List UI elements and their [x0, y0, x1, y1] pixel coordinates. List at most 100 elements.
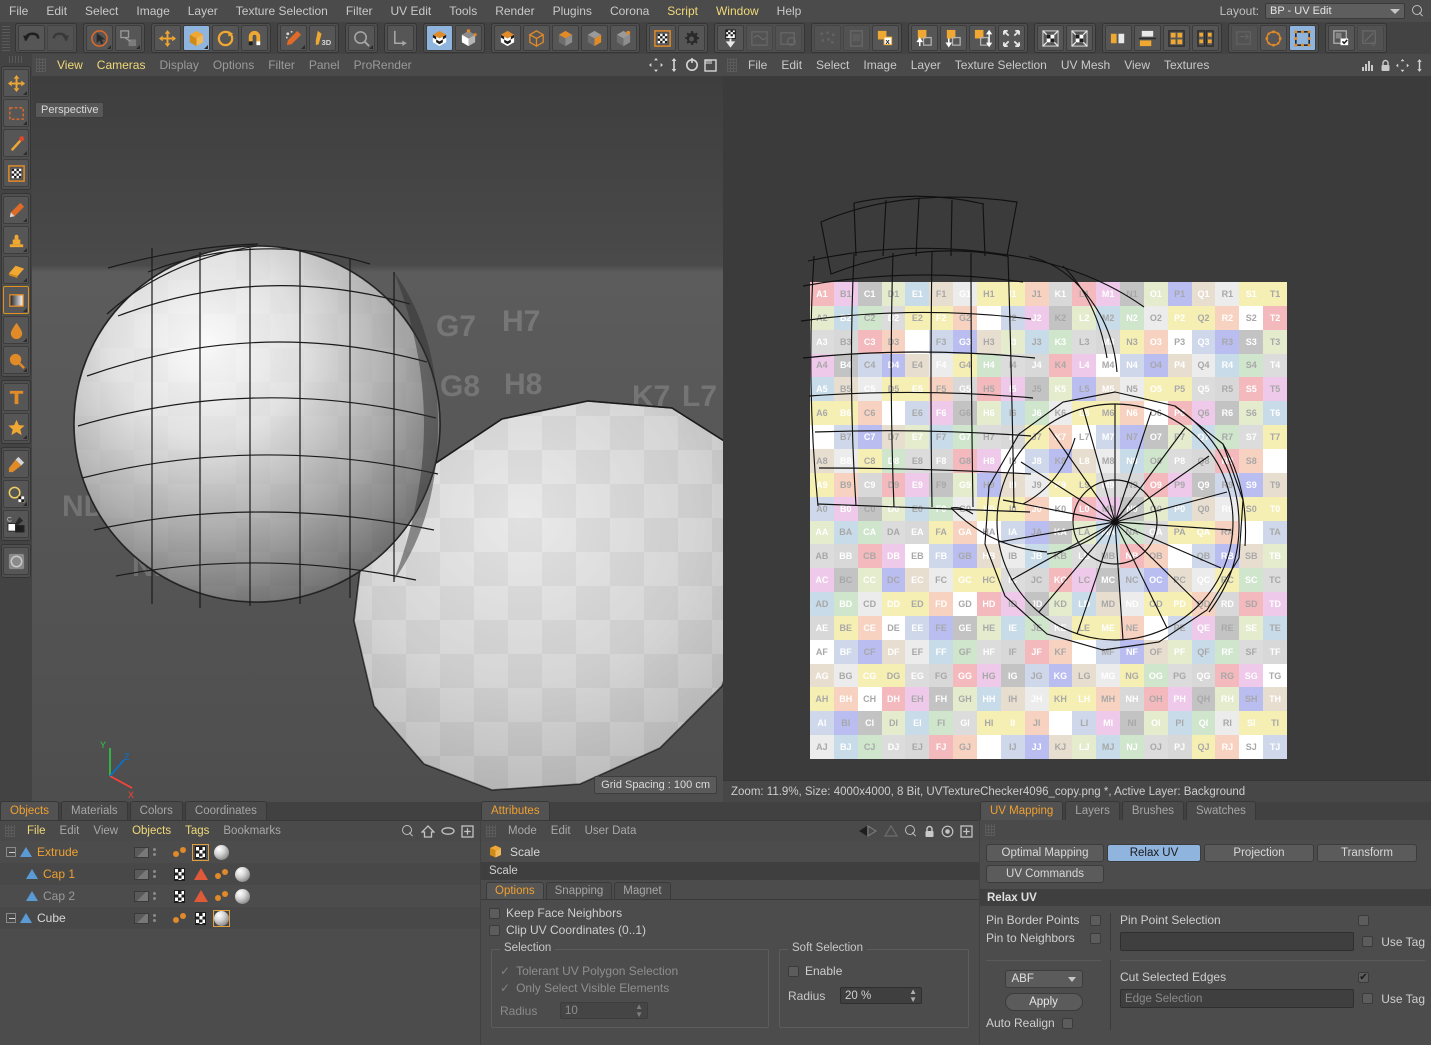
- menu-item-bookmarks[interactable]: Bookmarks: [216, 821, 288, 842]
- menu-item-view[interactable]: View: [86, 821, 125, 842]
- menu-item-cameras[interactable]: Cameras: [90, 54, 153, 76]
- uv-texture-canvas[interactable]: A1 B1 C1 D1 E1 F1 G1 H1 I1 J1 K1 L1 M1 N1 O1 P1 Q1 R1 S1 T1…: [723, 76, 1431, 780]
- edge-selection-field[interactable]: Edge Selection: [1120, 989, 1355, 1008]
- uv-square-button[interactable]: [1289, 25, 1316, 51]
- cut-selected-edges-checkbox[interactable]: [1358, 971, 1369, 983]
- render-view-button[interactable]: [348, 25, 375, 51]
- soft-selection-enable-row[interactable]: Enable: [788, 964, 960, 978]
- menu-item-tools[interactable]: Tools: [440, 0, 486, 22]
- mode-button-optimal-mapping[interactable]: Optimal Mapping: [986, 844, 1104, 862]
- search-icon[interactable]: [904, 824, 918, 838]
- corner-triangle-icon[interactable]: [23, 338, 27, 342]
- corner-triangle-icon[interactable]: [23, 121, 27, 125]
- zoom-icon[interactable]: [1414, 58, 1425, 72]
- corner-triangle-icon[interactable]: [369, 45, 373, 49]
- zoom-tool[interactable]: [3, 480, 29, 508]
- blur-tool[interactable]: [3, 346, 29, 374]
- uv-fit-button[interactable]: [998, 25, 1025, 51]
- menu-item-image[interactable]: Image: [856, 54, 903, 76]
- clone-stamp-tool[interactable]: [3, 226, 29, 254]
- tab-layers[interactable]: Layers: [1065, 801, 1120, 820]
- text-tool[interactable]: [3, 383, 29, 411]
- menu-item-layer[interactable]: Layer: [179, 0, 227, 22]
- move-tool[interactable]: [3, 69, 29, 97]
- menu-item-objects[interactable]: Objects: [125, 821, 178, 842]
- corner-triangle-icon[interactable]: [301, 45, 305, 49]
- uv-frame-tool[interactable]: [3, 159, 29, 187]
- menu-item-panel[interactable]: Panel: [302, 54, 347, 76]
- uv-frame-sel-button[interactable]: [1066, 25, 1093, 51]
- target-icon[interactable]: [941, 825, 954, 838]
- uv-align-left-button[interactable]: [1105, 25, 1132, 51]
- visibility-cell[interactable]: [125, 868, 165, 880]
- menu-item-edit[interactable]: Edit: [37, 0, 76, 22]
- object-name[interactable]: Cap 2: [43, 889, 75, 903]
- uv-tag-cross-button[interactable]: x: [1357, 25, 1384, 51]
- mode-button-relax-uv[interactable]: Relax UV: [1107, 844, 1201, 862]
- palette-grip[interactable]: [9, 56, 23, 63]
- selection-tag-icon[interactable]: [171, 910, 188, 927]
- edge-mode-button[interactable]: [552, 25, 579, 51]
- object-row[interactable]: Extrude: [0, 841, 480, 863]
- uv-tag-check-button[interactable]: [1328, 25, 1355, 51]
- next-icon[interactable]: [884, 825, 898, 837]
- pin-border-points-row[interactable]: Pin Border Points: [986, 913, 1101, 927]
- brush-presets-button[interactable]: [280, 25, 307, 51]
- world-axis-button[interactable]: [387, 25, 414, 51]
- toolbar-grip[interactable]: [2, 25, 10, 51]
- pin-to-neighbors-row[interactable]: Pin to Neighbors: [986, 931, 1101, 945]
- mode-button-transform[interactable]: Transform: [1317, 844, 1417, 862]
- stepper-icon[interactable]: ▲ ▼: [635, 1002, 643, 1019]
- uv-round-button[interactable]: [1260, 25, 1287, 51]
- live-selection-button[interactable]: [86, 25, 113, 51]
- tab-materials[interactable]: Materials: [61, 801, 128, 820]
- subtab-options[interactable]: Options: [486, 882, 544, 899]
- visibility-dots-icon[interactable]: [153, 914, 156, 922]
- pin-point-selection-field[interactable]: [1120, 932, 1355, 951]
- object-row[interactable]: Cube: [0, 907, 480, 929]
- move-button[interactable]: [154, 25, 181, 51]
- only-select-visible-elements-row[interactable]: ✓ Only Select Visible Elements: [500, 981, 760, 995]
- menu-item-filter[interactable]: Filter: [337, 0, 382, 22]
- menu-item-textures[interactable]: Textures: [1157, 54, 1216, 76]
- scale-button[interactable]: [183, 25, 210, 51]
- histogram-icon[interactable]: [1361, 59, 1375, 72]
- selection-mode-button[interactable]: [115, 25, 142, 51]
- uv-mapping-grip[interactable]: [985, 824, 995, 836]
- tab-attributes[interactable]: Attributes: [481, 801, 550, 820]
- corner-triangle-icon[interactable]: [23, 218, 27, 222]
- material-tag-icon[interactable]: [213, 844, 230, 861]
- soft-selection-radius-input[interactable]: 20 % ▲ ▼: [840, 987, 922, 1004]
- menu-item-prorender[interactable]: ProRender: [347, 54, 419, 76]
- uv-menu-grip[interactable]: [727, 58, 737, 72]
- object-row[interactable]: Cap 1: [0, 863, 480, 885]
- menu-item-edit[interactable]: Edit: [774, 54, 809, 76]
- menu-item-file[interactable]: File: [0, 0, 37, 22]
- attributes-grip[interactable]: [486, 825, 496, 837]
- prev-icon[interactable]: [858, 825, 878, 837]
- uv-points-button[interactable]: [814, 25, 841, 51]
- tolerant-uv-polygon-selection-row[interactable]: ✓ Tolerant UV Polygon Selection: [500, 964, 760, 978]
- corner-triangle-icon[interactable]: [23, 278, 27, 282]
- menu-item-uv-mesh[interactable]: UV Mesh: [1054, 54, 1117, 76]
- pan-icon[interactable]: [1396, 58, 1409, 72]
- uv-refresh-button[interactable]: [775, 25, 802, 51]
- rotate-icon[interactable]: [685, 58, 699, 72]
- object-tree[interactable]: Extrude Cap 1 Cap 2 Cube: [0, 841, 480, 1045]
- menu-item-file[interactable]: File: [20, 821, 53, 842]
- corner-triangle-icon[interactable]: [107, 45, 111, 49]
- uv-frame-all-button[interactable]: [1037, 25, 1064, 51]
- uv-exclude-button[interactable]: x: [872, 25, 899, 51]
- home-icon[interactable]: [421, 824, 435, 838]
- uv-wire-button[interactable]: [746, 25, 773, 51]
- phong-tag-icon[interactable]: [192, 888, 209, 905]
- selection-tag-icon[interactable]: [171, 844, 188, 861]
- checkbox-row-keep-face-neighbors[interactable]: Keep Face Neighbors: [489, 906, 979, 920]
- uv-distribute-h-button[interactable]: [1163, 25, 1190, 51]
- add-icon[interactable]: [960, 824, 973, 838]
- expand-toggle-icon[interactable]: [6, 913, 16, 923]
- search-icon[interactable]: [1411, 4, 1425, 18]
- visibility-cell[interactable]: [125, 846, 165, 858]
- brush-tool[interactable]: [3, 196, 29, 224]
- auto-realign-checkbox[interactable]: [1061, 1017, 1073, 1029]
